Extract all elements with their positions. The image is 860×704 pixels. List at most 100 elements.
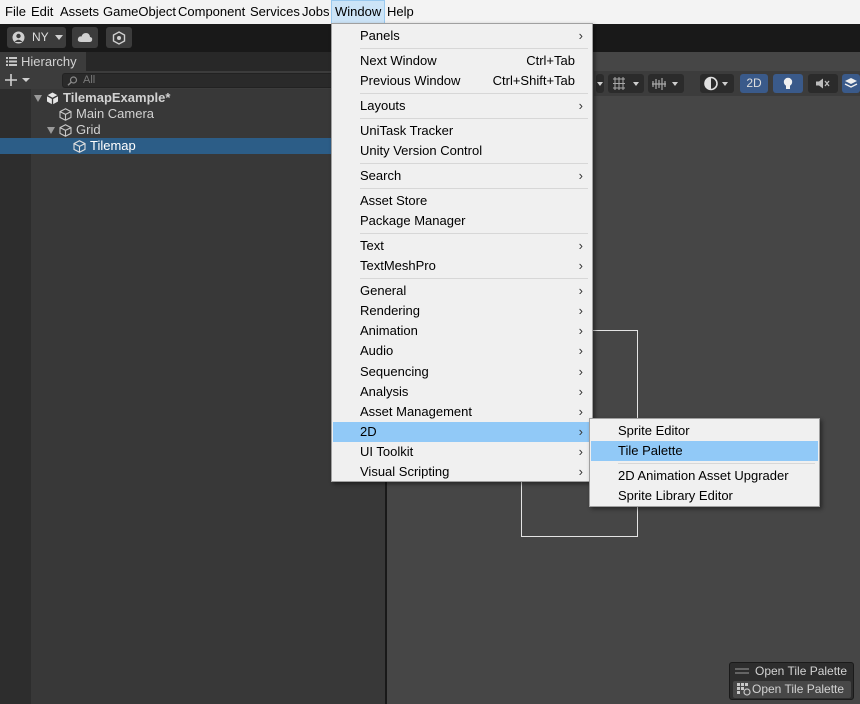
tile-palette-icon (737, 683, 751, 696)
menu-item-general[interactable]: General › (333, 281, 591, 301)
menu-item-label: UI Toolkit (360, 444, 414, 459)
chevron-right-icon: › (578, 98, 583, 113)
menu-file[interactable]: File (2, 0, 29, 24)
menu-item-animation[interactable]: Animation › (333, 321, 591, 341)
open-tile-palette-label: Open Tile Palette (752, 682, 845, 696)
menu-item-text[interactable]: Text › (333, 236, 591, 256)
cloud-button[interactable] (72, 27, 98, 48)
hierarchy-row-grid[interactable]: Grid (0, 122, 331, 138)
main-camera-label: Main Camera (76, 106, 155, 121)
grid-label: Grid (76, 122, 101, 137)
menu-separator (360, 188, 588, 189)
account-icon (12, 31, 25, 44)
menu-item-audio[interactable]: Audio › (333, 341, 591, 361)
drag-handle-icon[interactable] (735, 668, 749, 674)
menu-item-label: Panels (360, 28, 400, 43)
search-placeholder: All (83, 74, 96, 86)
menu-item-label: Sprite Library Editor (618, 488, 733, 503)
tile-palette-overlay: Open Tile Palette Open Tile Palette (729, 662, 854, 700)
menu-item-rendering[interactable]: Rendering › (333, 301, 591, 321)
menu-item-shortcut: Ctrl+Shift+Tab (492, 73, 575, 88)
menu-item-unity-version-control[interactable]: Unity Version Control (333, 141, 591, 161)
menu-item-label: Tile Palette (618, 443, 683, 458)
menu-item-label: Previous Window (360, 73, 461, 88)
menu-item-2d-animation-asset-upgrader[interactable]: 2D Animation Asset Upgrader (591, 466, 818, 486)
menu-item-label: Sprite Editor (618, 423, 690, 438)
tab-hierarchy[interactable]: Hierarchy (0, 52, 86, 71)
menu-item-ui-toolkit[interactable]: UI Toolkit › (333, 442, 591, 462)
menu-item-previous-window[interactable]: Previous Window Ctrl+Shift+Tab (333, 71, 591, 91)
menu-item-textmeshpro[interactable]: TextMeshPro › (333, 256, 591, 276)
menu-item-label: Package Manager (360, 213, 466, 228)
collab-icon (112, 31, 126, 45)
menu-item-sprite-editor[interactable]: Sprite Editor (591, 421, 818, 441)
menu-item-analysis[interactable]: Analysis › (333, 382, 591, 402)
menu-item-sequencing[interactable]: Sequencing › (333, 362, 591, 382)
gameobject-cube-icon (73, 140, 86, 153)
cloud-icon (77, 33, 93, 42)
menu-item-label: Audio (360, 343, 394, 358)
menu-item-asset-management[interactable]: Asset Management › (333, 402, 591, 422)
window-menu: Panels › Next Window Ctrl+Tab Previous Win… (331, 23, 593, 482)
chevron-right-icon: › (578, 283, 583, 298)
collab-button[interactable] (106, 27, 132, 48)
overlay-title: Open Tile Palette (755, 664, 848, 678)
menu-separator (618, 463, 815, 464)
expand-arrow-icon[interactable] (47, 127, 55, 134)
menu-item-2d[interactable]: 2D › (333, 422, 591, 442)
chevron-right-icon: › (578, 343, 583, 358)
menu-jobs[interactable]: Jobs (299, 0, 332, 24)
menu-item-visual-scripting[interactable]: Visual Scripting › (333, 462, 591, 482)
account-label: NY (32, 30, 49, 44)
gameobject-cube-icon (59, 108, 72, 121)
search-icon (67, 76, 78, 86)
menu-separator (360, 93, 588, 94)
chevron-right-icon: › (578, 464, 583, 479)
hierarchy-row-tilemap[interactable]: Tilemap (0, 138, 331, 154)
hierarchy-row-main-camera[interactable]: Main Camera (0, 106, 331, 122)
open-tile-palette-button[interactable]: Open Tile Palette (733, 681, 851, 698)
submenu-2d: Sprite Editor Tile Palette 2D Animation … (589, 418, 820, 507)
menu-item-asset-store[interactable]: Asset Store (333, 191, 591, 211)
menu-component[interactable]: Component (175, 0, 248, 24)
menu-services[interactable]: Services (247, 0, 303, 24)
menu-item-next-window[interactable]: Next Window Ctrl+Tab (333, 51, 591, 71)
menu-item-label: Rendering (360, 303, 420, 318)
menu-window[interactable]: Window (331, 0, 386, 24)
menu-item-label: Asset Management (360, 404, 473, 419)
menu-item-label: Sequencing (360, 364, 429, 379)
menu-separator (360, 278, 588, 279)
menu-item-label: Search (360, 168, 402, 183)
chevron-right-icon: › (578, 323, 583, 338)
gameobject-cube-icon (59, 124, 72, 137)
hierarchy-row-scene[interactable]: TilemapExample* (0, 90, 331, 106)
expand-arrow-icon[interactable] (34, 95, 42, 102)
chevron-right-icon: › (578, 404, 583, 419)
chevron-right-icon: › (578, 28, 583, 43)
menu-edit[interactable]: Edit (28, 0, 56, 24)
menu-item-package-manager[interactable]: Package Manager (333, 211, 591, 231)
menu-item-label: Asset Store (360, 193, 428, 208)
menu-item-unitask-tracker[interactable]: UniTask Tracker (333, 121, 591, 141)
menu-gameobject[interactable]: GameObject (100, 0, 179, 24)
chevron-right-icon: › (578, 444, 583, 459)
chevron-right-icon: › (578, 424, 583, 439)
hierarchy-body (0, 89, 386, 704)
menu-item-search[interactable]: Search › (333, 166, 591, 186)
add-icon[interactable] (5, 74, 31, 86)
menu-assets[interactable]: Assets (57, 0, 102, 24)
menu-item-label: Text (360, 238, 384, 253)
menu-item-label: Next Window (360, 53, 437, 68)
menu-item-label: TextMeshPro (360, 258, 436, 273)
hierarchy-search-input[interactable]: All (62, 73, 331, 88)
menu-help[interactable]: Help (384, 0, 417, 24)
menu-bar: File Edit Assets GameObject Component Se… (0, 0, 860, 24)
menu-item-label: Unity Version Control (360, 143, 483, 158)
menu-item-tile-palette[interactable]: Tile Palette (591, 441, 818, 461)
chevron-right-icon: › (578, 238, 583, 253)
menu-item-sprite-library-editor[interactable]: Sprite Library Editor (591, 486, 818, 506)
account-dropdown[interactable]: NY (7, 27, 66, 48)
menu-item-panels[interactable]: Panels › (333, 26, 591, 46)
unity-scene-icon (46, 92, 59, 105)
menu-item-layouts[interactable]: Layouts › (333, 96, 591, 116)
